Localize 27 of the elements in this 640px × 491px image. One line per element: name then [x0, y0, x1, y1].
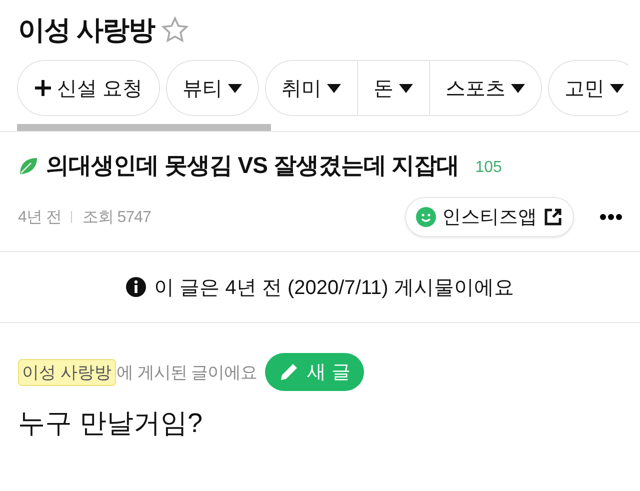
caret-icon — [326, 84, 341, 92]
board-title: 이성 사랑방 — [18, 14, 155, 47]
caret-icon — [228, 84, 242, 92]
pencil-icon — [279, 362, 300, 382]
caret-icon — [510, 84, 525, 92]
post-age: 4년 전 — [18, 208, 62, 228]
caret-icon — [610, 84, 624, 92]
post-body: 누구 만날거임? — [18, 407, 204, 440]
notice-text: 이 글은 4년 전 (2020/7/11) 게시물이에요 — [154, 276, 514, 300]
board-caption: 에 게시된 글이에요 — [116, 362, 258, 384]
caret-icon — [398, 84, 413, 92]
more-icon[interactable] — [600, 214, 622, 220]
info-icon — [126, 277, 146, 297]
app-link-button[interactable]: 인스티즈앱 — [405, 197, 574, 237]
category-button[interactable]: 고민 — [548, 61, 628, 115]
external-link-icon — [543, 207, 563, 227]
board-tag[interactable]: 이성 사랑방 — [18, 358, 116, 386]
leaf-icon — [18, 156, 38, 176]
post-title: 의대생인데 못생김 VS 잘생겼는데 지잡대 — [46, 151, 460, 180]
comment-count: 105 — [475, 158, 502, 176]
category-button[interactable]: 신설 요청 — [18, 61, 159, 115]
category-button[interactable]: 스포츠 — [428, 61, 541, 115]
view-count: 조회 5747 — [82, 208, 151, 228]
smiley-icon — [416, 207, 436, 227]
category-button[interactable]: 뷰티 — [166, 61, 258, 115]
plus-icon — [34, 79, 52, 97]
star-icon[interactable] — [160, 16, 189, 44]
